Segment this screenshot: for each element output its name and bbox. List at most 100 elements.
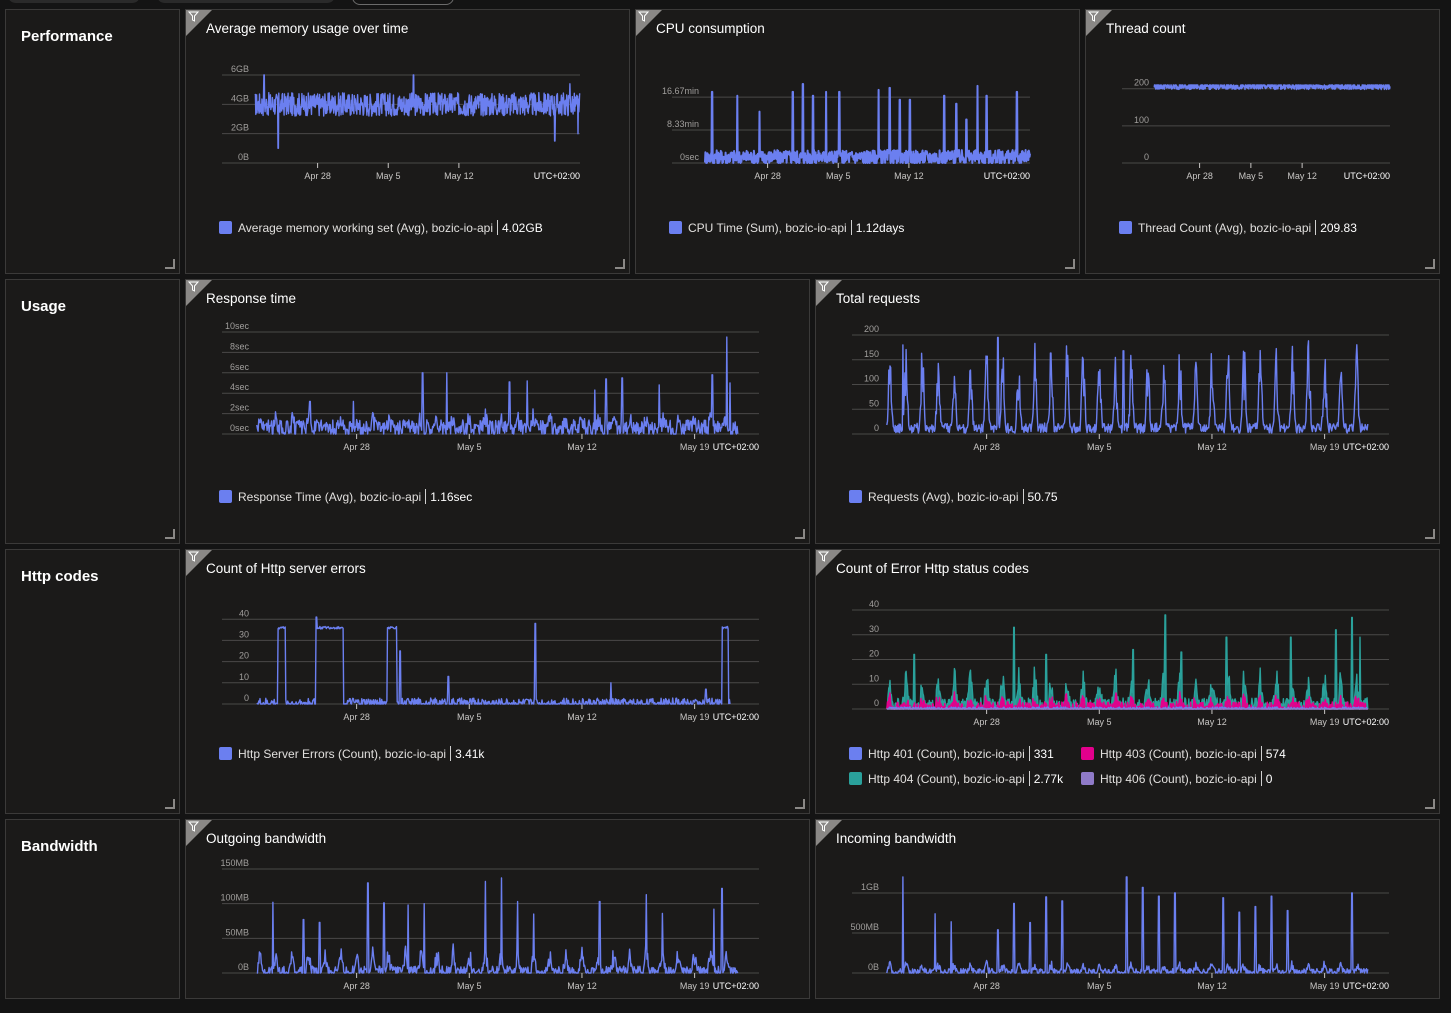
chart-tile-threads[interactable]: Thread count 0 100 200 Apr 28 May 5 May 12 UTC+… bbox=[1085, 9, 1440, 274]
chart-tile-error-status-codes[interactable]: Count of Error Http status codes 0 10 20 30 4… bbox=[815, 549, 1440, 814]
x-tick-label: May 19 bbox=[680, 712, 710, 722]
x-tick-label: Apr 28 bbox=[304, 171, 331, 181]
y-tick-label: 50 bbox=[869, 398, 879, 408]
x-tick-label: May 5 bbox=[457, 981, 482, 991]
series-line[interactable] bbox=[886, 336, 1369, 434]
legend-value: 4.02GB bbox=[502, 220, 543, 235]
legend-separator bbox=[1315, 220, 1317, 235]
toolbar-button-1[interactable] bbox=[8, 0, 140, 3]
y-tick-label: 6GB bbox=[231, 64, 249, 74]
legend-item[interactable]: Http 403 (Count), bozic-io-api 574 bbox=[1081, 741, 1297, 766]
y-tick-label: 16.67min bbox=[662, 86, 699, 96]
chart-plot[interactable]: 0B 2GB 4GB 6GB Apr 28 May 5 May 12 UTC+02:00 bbox=[202, 64, 620, 203]
y-tick-label: 10 bbox=[869, 673, 879, 683]
chart-tile-total-requests[interactable]: Total requests 0 50 100 150 200 Apr 28 May 5 May… bbox=[815, 279, 1440, 544]
y-tick-label: 0sec bbox=[680, 152, 700, 162]
section-title: Performance bbox=[21, 28, 113, 45]
chart-legend: Thread Count (Avg), bozic-io-api 209.83 bbox=[1119, 215, 1451, 240]
legend-item[interactable]: Http Server Errors (Count), bozic-io-api… bbox=[219, 741, 484, 766]
legend-separator bbox=[1028, 771, 1030, 786]
legend-separator bbox=[1260, 771, 1262, 786]
legend-value: 574 bbox=[1265, 746, 1286, 761]
chart-tile-cpu[interactable]: CPU consumption 0sec 8.33min 16.67min Apr 28… bbox=[635, 9, 1080, 274]
chart-tile-response-time[interactable]: Response time 0sec 2sec 4sec 6sec 8sec 10sec Ap… bbox=[185, 279, 810, 544]
chart-plot[interactable]: 0B 50MB 100MB 150MB Apr 28 May 5 May 12 May 19 U… bbox=[202, 858, 799, 1013]
legend-swatch bbox=[219, 747, 232, 760]
chart-tile-server-errors[interactable]: Count of Http server errors 0 10 20 30 40 Apr … bbox=[185, 549, 810, 814]
chart-plot[interactable]: 0B 500MB 1GB Apr 28 May 5 May 12 May 19 UTC+02:… bbox=[832, 876, 1429, 1013]
resize-handle-icon[interactable] bbox=[1065, 259, 1075, 269]
chart-legend: Http 401 (Count), bozic-io-api 331 Http 40… bbox=[849, 741, 1329, 791]
resize-handle-icon[interactable] bbox=[165, 259, 175, 269]
toolbar-button-2[interactable] bbox=[157, 0, 335, 3]
x-tick-label: Apr 28 bbox=[973, 981, 1000, 991]
chart-plot[interactable]: 0sec 8.33min 16.67min Apr 28 May 5 May 12 UTC+… bbox=[652, 80, 1070, 203]
legend-label: Requests (Avg), bozic-io-api bbox=[868, 489, 1019, 504]
series-line[interactable] bbox=[704, 83, 1031, 164]
y-tick-label: 100MB bbox=[220, 893, 249, 903]
chart-plot[interactable]: 0 50 100 150 200 Apr 28 May 5 May 12 May 19 UTC+0… bbox=[832, 324, 1429, 474]
chart-plot[interactable]: 0sec 2sec 4sec 6sec 8sec 10sec Apr 28 May 5 May … bbox=[202, 321, 799, 474]
section-title: Usage bbox=[21, 298, 67, 315]
chart-tile-memory[interactable]: Average memory usage over time 0B 2GB 4GB 6G… bbox=[185, 9, 630, 274]
series-line[interactable] bbox=[256, 336, 739, 435]
chart-tile-incoming-bandwidth[interactable]: Incoming bandwidth 0B 500MB 1GB Apr 28 May 5 M… bbox=[815, 819, 1440, 999]
legend-swatch bbox=[849, 490, 862, 503]
resize-handle-icon[interactable] bbox=[165, 799, 175, 809]
legend-label: Http 404 (Count), bozic-io-api bbox=[868, 771, 1025, 786]
y-tick-label: 0 bbox=[1144, 152, 1149, 162]
section-tile-usage: Usage bbox=[5, 279, 180, 544]
x-tick-label: May 12 bbox=[1197, 717, 1227, 727]
series-line[interactable] bbox=[886, 876, 1369, 974]
legend-item[interactable]: Http 404 (Count), bozic-io-api 2.77k bbox=[849, 766, 1065, 791]
resize-handle-icon[interactable] bbox=[795, 799, 805, 809]
legend-label: Http 403 (Count), bozic-io-api bbox=[1100, 746, 1257, 761]
chart-tile-outgoing-bandwidth[interactable]: Outgoing bandwidth 0B 50MB 100MB 150MB Apr 28… bbox=[185, 819, 810, 999]
series-line[interactable] bbox=[256, 877, 739, 974]
series-line[interactable] bbox=[256, 616, 731, 705]
series-line[interactable] bbox=[254, 74, 581, 149]
chart-plot[interactable]: 0 10 20 30 40 Apr 28 May 5 May 12 May 19 UTC+02:0… bbox=[202, 608, 799, 744]
resize-handle-icon[interactable] bbox=[615, 259, 625, 269]
resize-handle-icon[interactable] bbox=[1425, 529, 1435, 539]
legend-swatch bbox=[1081, 772, 1094, 785]
legend-item[interactable]: Requests (Avg), bozic-io-api 50.75 bbox=[849, 484, 1058, 509]
x-tick-label: May 12 bbox=[1197, 442, 1227, 452]
legend-item[interactable]: CPU Time (Sum), bozic-io-api 1.12days bbox=[669, 215, 904, 240]
x-tick-label: May 19 bbox=[680, 981, 710, 991]
y-tick-label: 20 bbox=[869, 649, 879, 659]
chart-plot[interactable]: 0 10 20 30 40 Apr 28 May 5 May 12 May 19 UTC+02:0… bbox=[832, 599, 1429, 749]
resize-handle-icon[interactable] bbox=[795, 529, 805, 539]
x-tick-label: May 12 bbox=[567, 442, 597, 452]
timezone-label: UTC+02:00 bbox=[534, 171, 580, 181]
legend-value: 1.12days bbox=[855, 220, 905, 235]
legend-swatch bbox=[219, 221, 232, 234]
legend-item[interactable]: Average memory working set (Avg), bozic-… bbox=[219, 215, 543, 240]
x-tick-label: Apr 28 bbox=[1186, 171, 1213, 181]
legend-separator bbox=[425, 489, 427, 504]
x-tick-label: May 5 bbox=[457, 442, 482, 452]
legend-item[interactable]: Response Time (Avg), bozic-io-api 1.16sec bbox=[219, 484, 472, 509]
section-title: Http codes bbox=[21, 568, 99, 585]
y-tick-label: 500MB bbox=[850, 922, 879, 932]
resize-handle-icon[interactable] bbox=[1425, 799, 1435, 809]
legend-swatch bbox=[669, 221, 682, 234]
y-tick-label: 10sec bbox=[225, 321, 250, 331]
legend-separator bbox=[1022, 489, 1024, 504]
legend-item[interactable]: Http 406 (Count), bozic-io-api 0 bbox=[1081, 766, 1297, 791]
chart-plot[interactable]: 0 100 200 Apr 28 May 5 May 12 UTC+02:00 bbox=[1102, 78, 1430, 203]
y-tick-label: 30 bbox=[869, 624, 879, 634]
legend-item[interactable]: Thread Count (Avg), bozic-io-api 209.83 bbox=[1119, 215, 1357, 240]
series-line[interactable] bbox=[886, 614, 1369, 710]
timezone-label: UTC+02:00 bbox=[713, 712, 759, 722]
y-tick-label: 20 bbox=[239, 651, 249, 661]
resize-handle-icon[interactable] bbox=[1425, 259, 1435, 269]
y-tick-label: 8.33min bbox=[667, 119, 699, 129]
x-tick-label: Apr 28 bbox=[973, 717, 1000, 727]
legend-swatch bbox=[1081, 747, 1094, 760]
y-tick-label: 0B bbox=[868, 962, 879, 972]
toolbar-button-3[interactable] bbox=[352, 0, 454, 5]
resize-handle-icon[interactable] bbox=[165, 529, 175, 539]
legend-value: 1.16sec bbox=[430, 489, 473, 504]
legend-item[interactable]: Http 401 (Count), bozic-io-api 331 bbox=[849, 741, 1065, 766]
